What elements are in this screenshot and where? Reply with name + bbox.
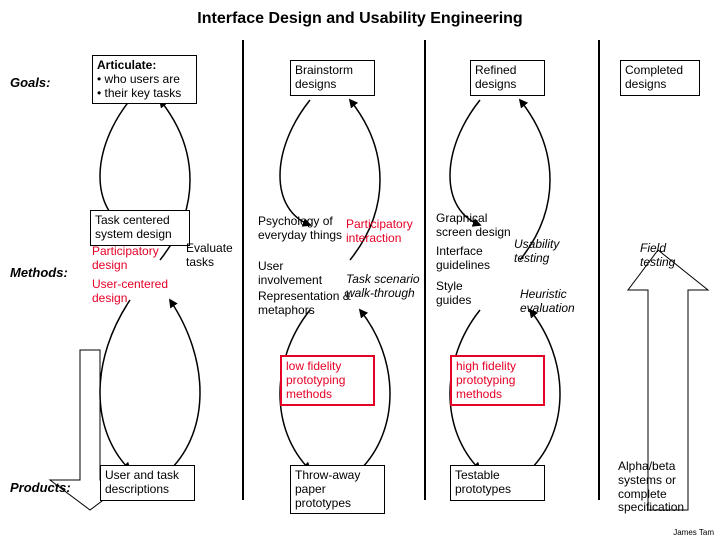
label-products: Products: [10,480,71,495]
method-user-involvement: User involvement [258,260,343,288]
low-fidelity-box: low fidelity prototyping methods [280,355,375,406]
product-user-task-desc: User and task descriptions [100,465,195,501]
divider-1 [242,40,244,500]
high-fidelity-box: high fidelity prototyping methods [450,355,545,406]
articulate-title: Articulate: [97,58,156,72]
method-interface-guidelines: Interface guidelines [436,245,506,273]
method-usability-testing: Usability testing [514,238,574,266]
method-representation: Representation & metaphors [258,290,353,318]
credit: James Tam [673,528,714,537]
product-alpha-beta: Alpha/beta systems or complete specifica… [618,460,708,515]
divider-2 [424,40,426,500]
method-task-centered: Task centered system design [90,210,190,246]
method-style-guides: Style guides [436,280,496,308]
method-graphical: Graphical screen design [436,212,526,240]
method-heuristic: Heuristic evaluation [520,288,590,316]
method-psychology: Psychology of everyday things [258,215,343,243]
page-title: Interface Design and Usability Engineeri… [0,10,720,28]
articulate-b2: • their key tasks [97,86,181,100]
method-field-testing: Field testing [640,242,695,270]
method-participatory-interaction: Participatory interaction [346,218,426,246]
divider-3 [598,40,600,500]
goal-brainstorm: Brainstorm designs [290,60,375,96]
method-user-centered: User-centered design [92,278,172,306]
articulate-b1: • who users are [97,72,180,86]
method-task-scenario: Task scenario walk-through [346,273,426,301]
goal-completed: Completed designs [620,60,700,96]
label-goals: Goals: [10,75,50,90]
product-testable: Testable prototypes [450,465,545,501]
label-methods: Methods: [10,265,68,280]
goal-refined: Refined designs [470,60,545,96]
method-participatory-design: Participatory design [92,245,172,273]
goal-articulate: Articulate: • who users are • their key … [92,55,197,104]
method-evaluate-tasks: Evaluate tasks [186,242,241,270]
product-throwaway: Throw-away paper prototypes [290,465,385,514]
